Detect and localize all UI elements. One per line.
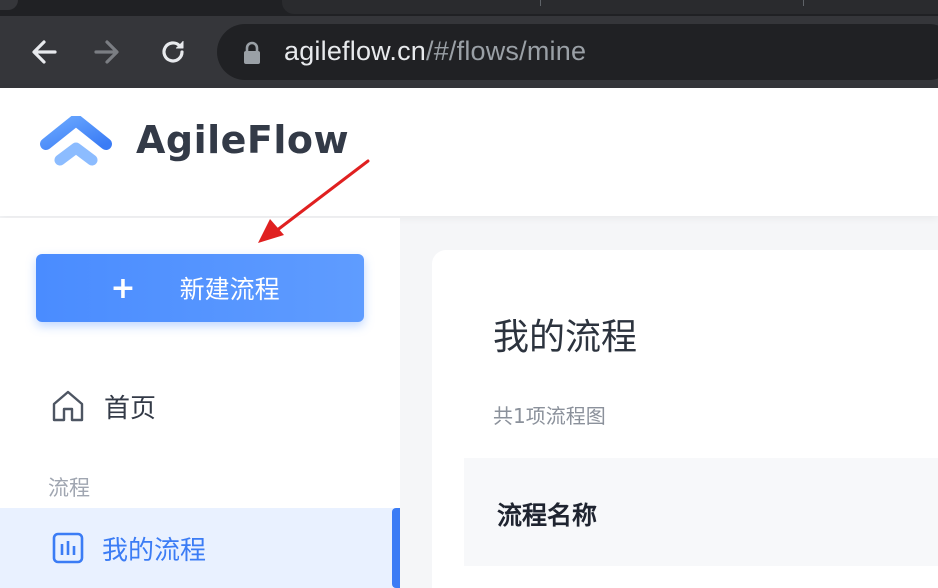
column-header-flow-name[interactable]: 流程名称 (497, 496, 597, 532)
sidebar-item-my-flows[interactable]: 我的流程 (0, 508, 400, 588)
url-path: /#/flows/mine (426, 36, 587, 66)
table-header: 流程名称 (464, 458, 938, 566)
sidebar-section-label: 流程 (48, 476, 90, 500)
active-indicator (392, 508, 400, 588)
lock-icon[interactable] (241, 40, 263, 66)
browser-tab[interactable] (0, 0, 18, 10)
address-bar[interactable]: agileflow.cn/#/flows/mine (217, 24, 938, 80)
back-arrow-icon (32, 40, 57, 64)
annotation-arrow-icon (258, 159, 370, 243)
reload-icon (162, 41, 184, 63)
flow-count: 共1项流程图 (493, 404, 606, 428)
app-header: AgileFlow (0, 88, 938, 216)
plus-icon: + (110, 270, 136, 306)
agileflow-logo-icon[interactable] (40, 116, 116, 178)
browser-toolbar: agileflow.cn/#/flows/mine (0, 16, 938, 88)
sidebar-item-label: 我的流程 (102, 535, 207, 566)
tab-separator (540, 0, 541, 6)
new-flow-button[interactable]: + 新建流程 (36, 254, 364, 322)
forward-arrow-icon (94, 40, 119, 64)
url-host: agileflow.cn (284, 36, 426, 66)
reload-button[interactable] (155, 34, 191, 70)
chart-icon (48, 528, 88, 568)
back-button[interactable] (26, 34, 62, 70)
browser-tab[interactable] (282, 0, 938, 14)
browser-tabstrip (0, 0, 938, 16)
sidebar: + 新建流程 首页 流程 我的流程 (0, 218, 400, 588)
url-text[interactable]: agileflow.cn/#/flows/mine (284, 36, 586, 67)
content-card: 我的流程 共1项流程图 流程名称 (432, 250, 938, 588)
tab-separator (803, 0, 804, 6)
sidebar-item-home[interactable]: 首页 (36, 378, 376, 434)
home-icon (48, 386, 88, 426)
page-title: 我的流程 (493, 317, 638, 358)
sidebar-item-label: 首页 (104, 393, 157, 424)
forward-button[interactable] (89, 34, 125, 70)
new-flow-button-label: 新建流程 (179, 275, 280, 304)
